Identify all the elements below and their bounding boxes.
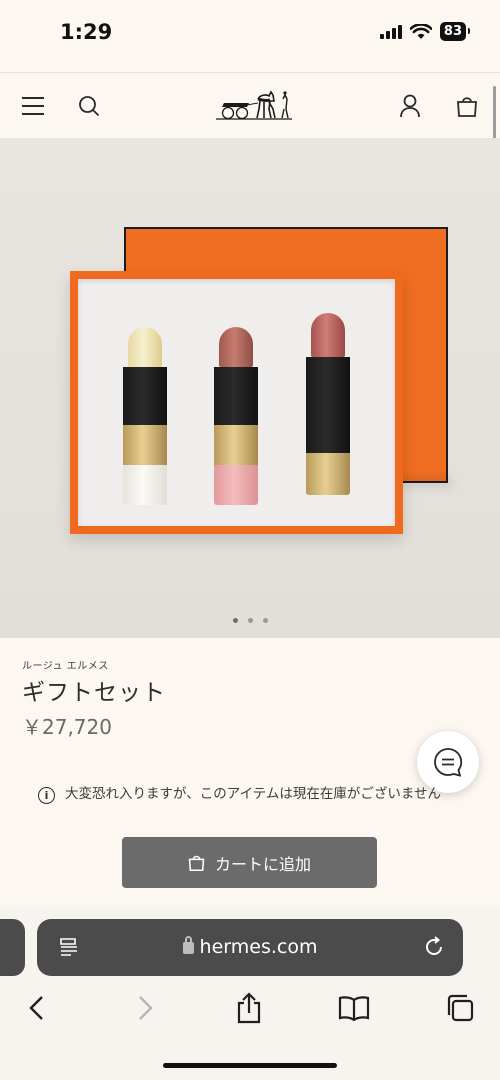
product-image-carousel[interactable]	[0, 138, 500, 638]
share-icon[interactable]	[233, 992, 265, 1024]
site-header	[0, 72, 500, 138]
status-bar: 1:29 83	[0, 0, 500, 70]
reload-icon[interactable]	[423, 936, 445, 958]
lipstick-2	[214, 327, 258, 505]
product-title: ギフトセット	[22, 680, 166, 706]
carousel-indicator[interactable]	[0, 618, 500, 623]
product-brand[interactable]: ルージュ エルメス	[22, 657, 109, 672]
bookmarks-icon[interactable]	[338, 992, 370, 1024]
search-icon[interactable]	[76, 93, 102, 119]
previous-tab-preview[interactable]	[0, 919, 25, 976]
stock-notice: i 大変恐れ入りますが、このアイテムは現在在庫がございません	[38, 785, 458, 804]
battery-indicator: 83	[439, 22, 471, 41]
product-price: ￥27,720	[22, 715, 112, 739]
tabs-icon[interactable]	[444, 992, 476, 1024]
user-icon[interactable]	[397, 93, 423, 119]
lipstick-1	[123, 327, 167, 505]
carousel-dot-1[interactable]	[232, 618, 238, 623]
info-icon: i	[38, 787, 55, 804]
forward-icon[interactable]	[129, 992, 161, 1024]
stock-message: 大変恐れ入りますが、このアイテムは現在在庫がございません	[65, 786, 441, 802]
chat-icon	[434, 748, 463, 777]
chat-button[interactable]	[417, 731, 479, 793]
add-to-cart-button[interactable]: カートに追加	[122, 837, 377, 888]
lipstick-3	[306, 313, 350, 503]
shopping-bag-icon[interactable]	[454, 93, 480, 119]
carousel-dot-2[interactable]	[247, 618, 253, 623]
cellular-signal-icon	[379, 24, 402, 39]
home-indicator[interactable]	[163, 1063, 337, 1068]
gift-box-tray	[70, 271, 403, 534]
shopping-bag-icon	[188, 855, 205, 871]
status-time: 1:29	[60, 20, 113, 44]
address-bar[interactable]: hermes.com	[37, 919, 463, 976]
back-icon[interactable]	[21, 992, 53, 1024]
carriage-logo[interactable]	[214, 89, 294, 123]
wifi-icon	[409, 23, 432, 39]
add-to-cart-label: カートに追加	[214, 854, 311, 874]
hamburger-menu-icon[interactable]	[20, 93, 46, 119]
url-text: hermes.com	[199, 936, 318, 958]
lock-icon	[182, 936, 194, 954]
carousel-dot-3[interactable]	[262, 618, 268, 623]
status-icons: 83	[379, 22, 471, 41]
browser-toolbar: hermes.com	[0, 905, 500, 1080]
